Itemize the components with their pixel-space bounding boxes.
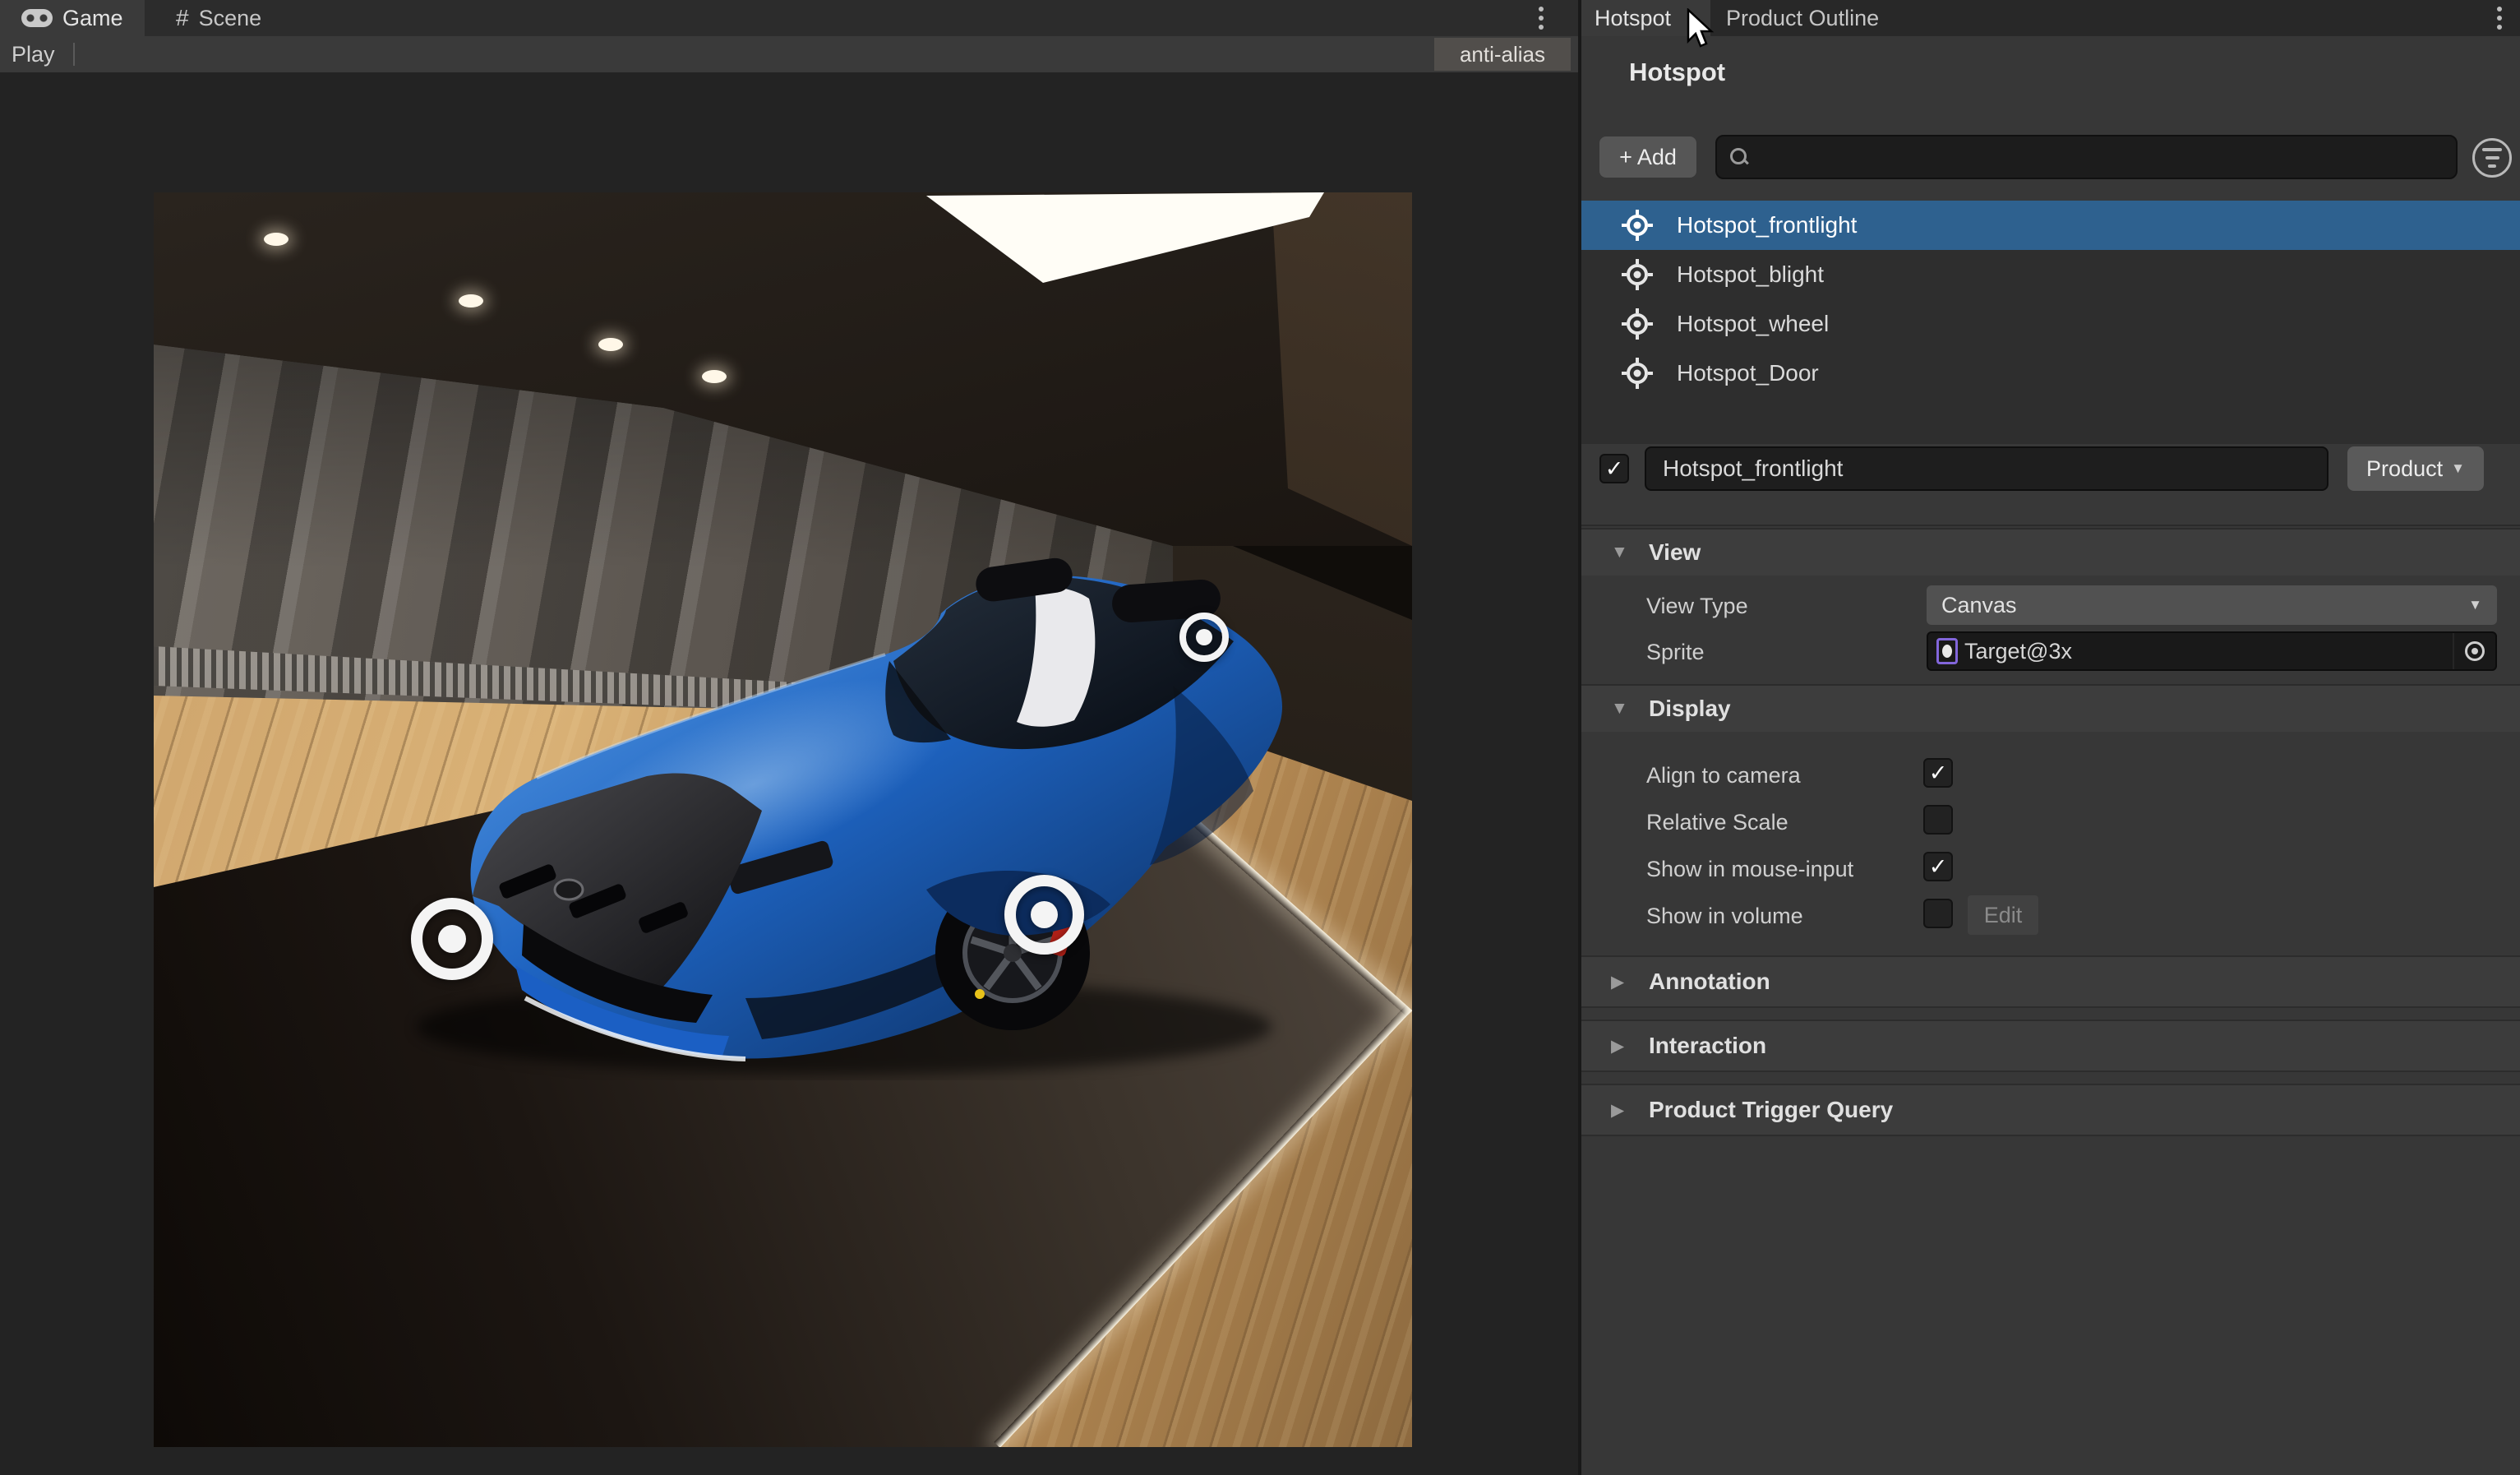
sprite-object-value: Target@3x <box>1964 638 2072 664</box>
search-icon <box>1728 146 1750 168</box>
section-label: View <box>1649 539 1701 565</box>
play-button[interactable]: Play <box>0 36 72 72</box>
list-item-label: Hotspot_frontlight <box>1677 212 1858 238</box>
add-hotspot-button[interactable]: + Add <box>1599 136 1696 178</box>
editor-window: Game Scene Play anti-alias <box>0 0 2520 1475</box>
tab-hotspot-label: Hotspot <box>1595 5 1672 30</box>
list-item-label: Hotspot_Door <box>1677 360 1819 386</box>
foldout-closed-icon: ▶ <box>1611 1036 1625 1056</box>
left-pane-menu-icon[interactable] <box>1539 7 1544 12</box>
section-header-display[interactable]: ▼ Display <box>1581 684 2520 732</box>
tab-game-label: Game <box>62 5 123 30</box>
hotspot-marker-dot <box>1030 900 1058 928</box>
edit-volume-button[interactable]: Edit <box>1968 895 2038 935</box>
tab-scene[interactable]: Scene <box>155 0 283 36</box>
section-header-annotation[interactable]: ▶ Annotation <box>1581 955 2520 1008</box>
tab-game[interactable]: Game <box>0 0 145 36</box>
section-header-interaction[interactable]: ▶ Interaction <box>1581 1020 2520 1072</box>
hotspot-marker-wheel[interactable] <box>1004 874 1084 955</box>
section-label: Product Trigger Query <box>1649 1097 1894 1122</box>
show-in-mouse-input-checkbox[interactable]: ✓ <box>1923 852 1953 881</box>
sprite-icon <box>1936 638 1958 664</box>
right-pane-menu-icon[interactable] <box>2497 7 2502 12</box>
align-to-camera-checkbox[interactable]: ✓ <box>1923 758 1953 788</box>
search-field[interactable] <box>1715 135 2458 179</box>
spotlight-icon <box>459 294 483 307</box>
tab-product-outline[interactable]: Product Outline <box>1708 0 1897 36</box>
list-item-hotspot-blight[interactable]: Hotspot_blight <box>1581 250 2520 299</box>
anti-alias-button[interactable]: anti-alias <box>1434 38 1571 71</box>
enabled-checkbox[interactable]: ✓ <box>1599 454 1629 483</box>
list-item-hotspot-wheel[interactable]: Hotspot_wheel <box>1581 299 2520 349</box>
object-picker-icon[interactable] <box>2453 633 2495 669</box>
section-header-view[interactable]: ▼ View <box>1581 528 2520 576</box>
hotspot-marker-dot <box>438 925 466 953</box>
hotspot-marker-rear[interactable] <box>1179 613 1229 662</box>
hotspot-marker-dot <box>1196 629 1212 645</box>
view-type-label: View Type <box>1646 594 1748 618</box>
relative-scale-checkbox[interactable] <box>1923 805 1953 835</box>
sprite-object-field[interactable]: Target@3x <box>1927 631 2497 671</box>
hotspot-target-icon <box>1622 308 1653 340</box>
show-in-volume-checkbox[interactable] <box>1923 899 1953 928</box>
hotspot-list: Hotspot_frontlight Hotspot_blight Hotspo… <box>1581 201 2520 444</box>
foldout-open-icon: ▼ <box>1611 699 1628 718</box>
search-input[interactable] <box>1750 143 2424 171</box>
hotspot-marker-front[interactable] <box>411 898 493 980</box>
list-item-hotspot-frontlight[interactable]: Hotspot_frontlight <box>1581 201 2520 250</box>
spotlight-icon <box>598 338 623 351</box>
mouse-cursor <box>1687 8 1715 48</box>
view-type-value: Canvas <box>1941 592 2017 617</box>
spotlight-icon <box>702 370 727 383</box>
align-to-camera-label: Align to camera <box>1646 763 1801 788</box>
gamepad-icon <box>21 9 53 27</box>
chevron-down-icon: ▼ <box>2468 597 2482 613</box>
type-dropdown[interactable]: Product ▼ <box>2347 446 2484 491</box>
section-label: Annotation <box>1649 969 1770 994</box>
foldout-closed-icon: ▶ <box>1611 1100 1625 1120</box>
section-header-product-trigger-query[interactable]: ▶ Product Trigger Query <box>1581 1084 2520 1136</box>
hotspot-target-icon <box>1622 358 1653 389</box>
view-type-dropdown[interactable]: Canvas ▼ <box>1927 585 2497 625</box>
name-input[interactable] <box>1661 455 2302 483</box>
car-render <box>417 557 1283 1075</box>
filter-icon[interactable] <box>2472 138 2512 178</box>
list-item-label: Hotspot_blight <box>1677 261 1825 287</box>
chevron-down-icon: ▼ <box>2451 460 2465 476</box>
list-item-hotspot-door[interactable]: Hotspot_Door <box>1581 349 2520 398</box>
grid-icon <box>176 5 189 31</box>
spotlight-icon <box>264 233 288 246</box>
section-label: Display <box>1649 696 1731 721</box>
game-toolbar <box>0 36 1578 72</box>
type-dropdown-label: Product <box>2366 455 2444 481</box>
foldout-open-icon: ▼ <box>1611 543 1628 562</box>
sprite-label: Sprite <box>1646 640 1705 664</box>
tab-product-outline-label: Product Outline <box>1726 5 1880 30</box>
show-in-mouse-input-label: Show in mouse-input <box>1646 857 1854 881</box>
relative-scale-label: Relative Scale <box>1646 810 1788 835</box>
show-in-volume-label: Show in volume <box>1646 904 1803 928</box>
rendered-scene[interactable] <box>154 192 1412 1447</box>
panel-title: Hotspot <box>1629 58 1726 86</box>
tab-scene-label: Scene <box>198 5 262 30</box>
list-item-label: Hotspot_wheel <box>1677 311 1830 336</box>
hotspot-target-icon <box>1622 259 1653 290</box>
name-field <box>1645 446 2328 491</box>
foldout-closed-icon: ▶ <box>1611 972 1625 992</box>
toolbar-separator <box>73 43 75 66</box>
section-label: Interaction <box>1649 1033 1767 1058</box>
hotspot-target-icon <box>1622 210 1653 241</box>
